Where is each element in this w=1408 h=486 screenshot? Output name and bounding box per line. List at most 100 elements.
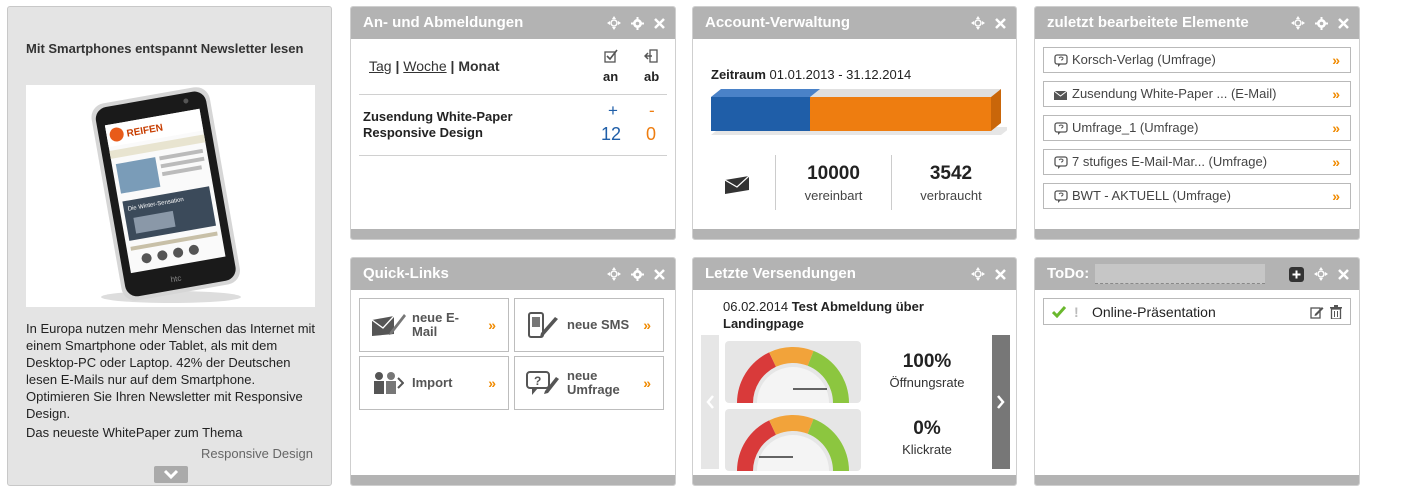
open-arrow: » <box>1332 188 1340 204</box>
new-email-label: neue E-Mail <box>412 310 459 339</box>
recent-item[interactable]: 7 stufiges E-Mail-Mar... (Umfrage) » <box>1043 149 1351 175</box>
panel-footer <box>693 475 1016 485</box>
recent-item[interactable]: BWT - AKTUELL (Umfrage) » <box>1043 183 1351 209</box>
import-button[interactable]: Import » <box>359 356 509 410</box>
open-rate-gauge <box>737 347 849 403</box>
close-icon[interactable] <box>1338 268 1349 280</box>
move-icon[interactable] <box>971 267 985 281</box>
gear-icon[interactable] <box>1315 16 1328 30</box>
trash-icon[interactable] <box>1330 305 1342 319</box>
last-sends-title: Letzte Versendungen <box>705 265 856 282</box>
open-rate-value: 100% <box>902 351 952 372</box>
open-arrow: » <box>1332 120 1340 136</box>
account-panel: Account-Verwaltung Zeitraum 01.01.2013 -… <box>692 6 1017 240</box>
promo-image[interactable]: REIFEN Die Winter-Sensation htc <box>26 85 315 307</box>
promo-body: In Europa nutzen mehr Menschen das Inter… <box>26 321 316 421</box>
gauge-segment <box>769 415 814 435</box>
new-survey-label: neue Umfrage <box>567 368 620 397</box>
gauge-face <box>757 435 829 471</box>
panel-footer <box>351 475 675 485</box>
recent-item-label: BWT - AKTUELL (Umfrage) <box>1072 188 1231 203</box>
todo-panel: ToDo: ! Online-Präsentation <box>1034 257 1360 486</box>
click-rate-value: 0% <box>913 418 941 439</box>
period-value: 01.01.2013 - 31.12.2014 <box>765 67 912 82</box>
click-rate-label: Klickrate <box>902 442 952 457</box>
open-arrow: » <box>643 317 651 333</box>
chevron-left-icon <box>706 395 714 409</box>
quick-links-title: Quick-Links <box>363 265 449 282</box>
period-text: Zeitraum 01.01.2013 - 31.12.2014 <box>711 67 911 82</box>
period-week-link[interactable]: Woche <box>403 58 446 74</box>
todo-item[interactable]: ! Online-Präsentation <box>1043 298 1351 325</box>
new-sms-label: neue SMS <box>567 317 630 332</box>
move-icon[interactable] <box>1314 267 1328 281</box>
new-survey-button[interactable]: ? neue Umfrage » <box>514 356 664 410</box>
period-month-active[interactable]: Monat <box>458 58 499 74</box>
usage-used-bar-top <box>711 89 820 97</box>
open-rate-label: Öffnungsrate <box>889 375 965 390</box>
quick-links-panel: Quick-Links neue E-Mail » neue SMS » Imp… <box>350 257 676 486</box>
plus-sign: + <box>608 101 618 120</box>
agreed-value: 10000 <box>807 163 860 184</box>
expand-button[interactable] <box>154 466 188 483</box>
send-title: 06.02.2014 Test Abmeldung über Landingpa… <box>723 298 983 332</box>
click-rate-gauge-box <box>725 409 861 471</box>
move-icon[interactable] <box>607 16 621 30</box>
last-sends-panel: Letzte Versendungen 06.02.2014 Test Abme… <box>692 257 1017 486</box>
send-date: 06.02.2014 <box>723 299 789 314</box>
next-slide-button[interactable] <box>992 335 1010 469</box>
recent-item[interactable]: Zusendung White-Paper ... (E-Mail) » <box>1043 81 1351 107</box>
chevron-down-icon <box>163 469 179 480</box>
add-todo-icon[interactable] <box>1289 266 1304 282</box>
close-icon[interactable] <box>995 17 1006 29</box>
close-icon[interactable] <box>1338 17 1349 29</box>
new-sms-button[interactable]: neue SMS » <box>514 298 664 352</box>
new-email-button[interactable]: neue E-Mail » <box>359 298 509 352</box>
survey-icon <box>1054 156 1068 170</box>
recent-item[interactable]: Korsch-Verlag (Umfrage) » <box>1043 47 1351 73</box>
gear-icon[interactable] <box>631 267 644 281</box>
account-title: Account-Verwaltung <box>705 14 851 31</box>
subscription-row-label[interactable]: Zusendung White-Paper Responsive Design <box>363 109 543 141</box>
unsubscribe-icon <box>644 49 658 63</box>
recent-item-label: 7 stufiges E-Mail-Mar... (Umfrage) <box>1072 154 1268 169</box>
move-icon[interactable] <box>1291 16 1305 30</box>
close-icon[interactable] <box>995 268 1006 280</box>
subscribe-count: 12 <box>601 124 622 144</box>
panel-footer <box>693 229 1016 239</box>
phone-maker: htc <box>170 274 182 285</box>
close-icon[interactable] <box>654 268 665 280</box>
open-arrow: » <box>1332 154 1340 170</box>
column-ab-label: ab <box>644 69 660 84</box>
column-an-label: an <box>603 69 619 84</box>
close-icon[interactable] <box>654 17 665 29</box>
recent-items-panel: zuletzt bearbeitete Elemente Korsch-Verl… <box>1034 6 1360 240</box>
open-arrow: » <box>1332 86 1340 102</box>
open-arrow: » <box>1332 52 1340 68</box>
subscriptions-title: An- und Abmeldungen <box>363 14 524 31</box>
prev-slide-button[interactable] <box>701 335 719 469</box>
recent-item[interactable]: Umfrage_1 (Umfrage) » <box>1043 115 1351 141</box>
open-arrow: » <box>488 375 496 391</box>
header-divider <box>359 94 667 95</box>
todo-title: ToDo: <box>1047 265 1090 282</box>
todo-input[interactable] <box>1095 264 1265 284</box>
gear-icon[interactable] <box>631 16 644 30</box>
used-value: 3542 <box>929 163 973 184</box>
panel-footer <box>351 229 675 239</box>
move-icon[interactable] <box>607 267 621 281</box>
chevron-right-icon <box>997 395 1005 409</box>
check-icon[interactable] <box>1052 306 1066 318</box>
open-rate-gauge-box <box>725 341 861 403</box>
survey-icon <box>1054 122 1068 136</box>
import-label: Import <box>412 375 453 390</box>
recent-header: zuletzt bearbeitete Elemente <box>1035 7 1359 39</box>
quick-links-header: Quick-Links <box>351 258 675 290</box>
recent-item-label: Umfrage_1 (Umfrage) <box>1072 120 1199 135</box>
todo-item-label: Online-Präsentation <box>1092 304 1216 320</box>
edit-icon[interactable] <box>1310 305 1324 319</box>
move-icon[interactable] <box>971 16 985 30</box>
open-arrow: » <box>488 317 496 333</box>
new-sms-icon <box>528 312 558 338</box>
period-day-link[interactable]: Tag <box>369 58 392 74</box>
